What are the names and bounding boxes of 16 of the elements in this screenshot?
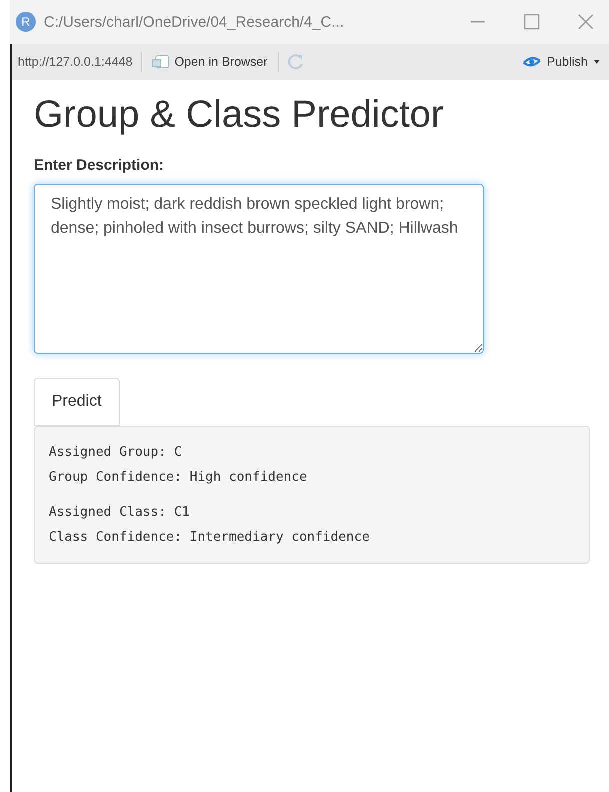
caret-icon [593,59,601,65]
publish-button[interactable]: Publish [520,55,603,69]
window-title: C:/Users/charl/OneDrive/04_Research/4_C... [44,14,346,30]
description-field[interactable]: Slightly moist; dark reddish brown speckled light brown; dense; pinholed with insect burrows; silty SAND; Hillwash [34,184,484,354]
output-line: Assigned Class: C1 [49,505,191,520]
page-heading: Group & Class Predictor [34,94,445,137]
predict-button[interactable]: Predict [34,378,120,426]
field-label: Enter Description: [34,157,166,174]
app-icon: R [16,12,36,32]
window-icon [152,55,170,69]
refresh-icon[interactable] [286,53,305,71]
url-text: http://127.0.0.1:4448 [18,55,133,69]
output-line: Group Confidence: High confidence [49,470,308,485]
output-line: Assigned Group: C [49,445,184,460]
output-line: Class Confidence: Intermediary confidence [49,530,371,545]
open-in-browser-button[interactable]: Open in Browser [150,55,270,69]
